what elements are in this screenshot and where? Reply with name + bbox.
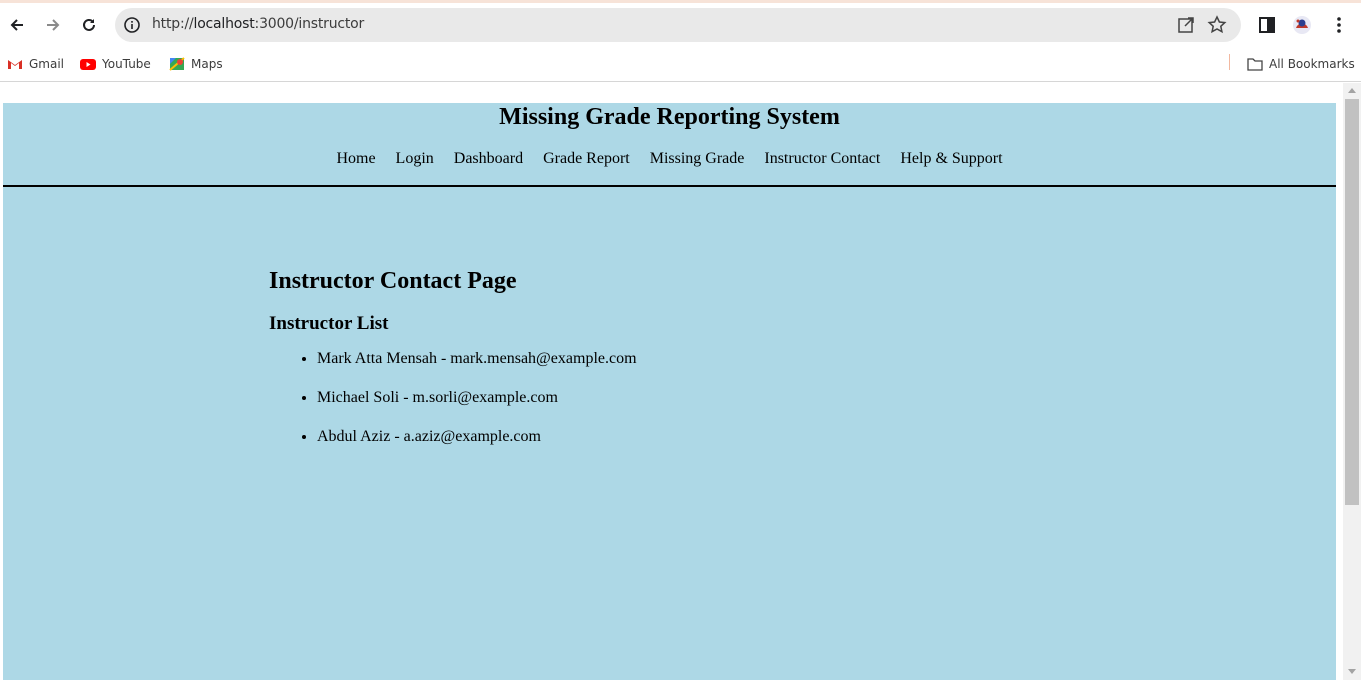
nav-home[interactable]: Home bbox=[336, 150, 375, 168]
site-info-icon[interactable] bbox=[123, 16, 141, 34]
bookmarks-bar: Gmail YouTube Maps All Bookmarks bbox=[0, 47, 1361, 82]
side-panel-icon[interactable] bbox=[1257, 15, 1277, 35]
all-bookmarks-button[interactable]: All Bookmarks bbox=[1247, 54, 1355, 74]
nav-help-support[interactable]: Help & Support bbox=[900, 150, 1002, 168]
url-path: :3000/instructor bbox=[254, 16, 365, 32]
nav-missing-grade[interactable]: Missing Grade bbox=[650, 150, 745, 168]
scroll-thumb[interactable] bbox=[1345, 99, 1359, 505]
youtube-icon bbox=[80, 59, 96, 70]
nav-dashboard[interactable]: Dashboard bbox=[454, 150, 523, 168]
url-host: localhost bbox=[193, 16, 255, 32]
bookmark-label: YouTube bbox=[102, 57, 151, 71]
site-nav: Home Login Dashboard Grade Report Missin… bbox=[3, 150, 1336, 168]
bookmark-label: Maps bbox=[191, 57, 223, 71]
instructor-item: Abdul Aziz - a.aziz@example.com bbox=[317, 427, 637, 447]
url-prefix: http:// bbox=[152, 16, 194, 32]
url-text[interactable]: http://localhost:3000/instructor bbox=[152, 16, 364, 32]
bookmark-star-icon[interactable] bbox=[1207, 15, 1227, 35]
nav-grade-report[interactable]: Grade Report bbox=[543, 150, 630, 168]
browser-toolbar: http://localhost:3000/instructor bbox=[0, 3, 1361, 47]
reload-button[interactable] bbox=[75, 11, 103, 39]
arrow-left-icon bbox=[10, 19, 23, 31]
profile-avatar-icon[interactable] bbox=[1292, 15, 1312, 35]
all-bookmarks-label: All Bookmarks bbox=[1269, 57, 1355, 71]
reload-icon bbox=[83, 18, 95, 31]
back-button[interactable] bbox=[3, 11, 31, 39]
arrow-right-icon bbox=[47, 19, 60, 31]
gmail-icon bbox=[8, 60, 22, 69]
main-content: Instructor Contact Page Instructor List … bbox=[269, 267, 637, 466]
instructor-item: Mark Atta Mensah - mark.mensah@example.c… bbox=[317, 349, 637, 369]
bookmark-gmail[interactable]: Gmail bbox=[7, 54, 64, 74]
instructor-list-heading: Instructor List bbox=[269, 313, 389, 334]
scroll-up-arrow-icon[interactable] bbox=[1348, 88, 1356, 93]
vertical-scrollbar[interactable] bbox=[1343, 83, 1361, 680]
maps-icon bbox=[169, 57, 185, 71]
open-in-app-icon[interactable] bbox=[1176, 15, 1196, 35]
scroll-down-arrow-icon[interactable] bbox=[1348, 669, 1356, 674]
header-divider bbox=[3, 185, 1336, 187]
bookmark-maps[interactable]: Maps bbox=[169, 54, 223, 74]
address-bar[interactable]: http://localhost:3000/instructor bbox=[115, 8, 1241, 42]
page-body: Missing Grade Reporting System Home Logi… bbox=[3, 103, 1336, 680]
instructor-list: Mark Atta Mensah - mark.mensah@example.c… bbox=[269, 349, 637, 447]
forward-button[interactable] bbox=[39, 11, 67, 39]
nav-instructor-contact[interactable]: Instructor Contact bbox=[764, 150, 880, 168]
site-title: Missing Grade Reporting System bbox=[499, 104, 840, 130]
instructor-item: Michael Soli - m.sorli@example.com bbox=[317, 388, 637, 408]
bookmark-label: Gmail bbox=[29, 57, 65, 71]
bookmarks-separator bbox=[1229, 54, 1230, 70]
folder-icon bbox=[1247, 58, 1263, 71]
bookmark-youtube[interactable]: YouTube bbox=[80, 54, 151, 74]
page-viewport: Missing Grade Reporting System Home Logi… bbox=[0, 83, 1361, 680]
kebab-menu-icon[interactable] bbox=[1329, 15, 1349, 35]
nav-login[interactable]: Login bbox=[396, 150, 434, 168]
page-title: Instructor Contact Page bbox=[269, 268, 517, 294]
